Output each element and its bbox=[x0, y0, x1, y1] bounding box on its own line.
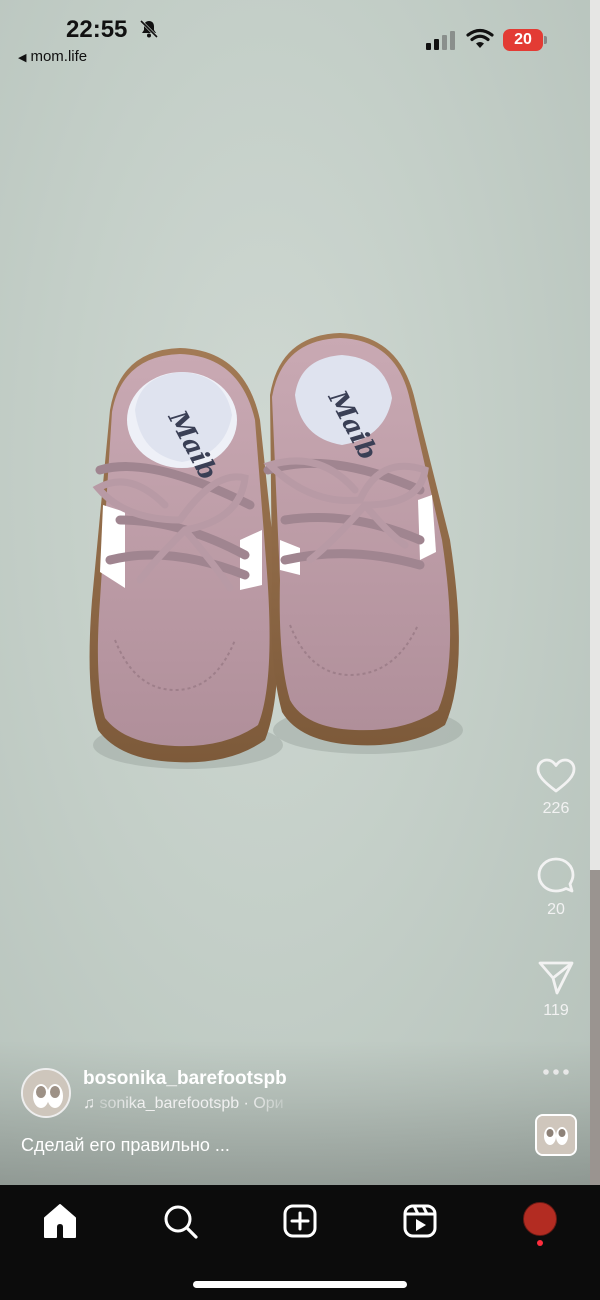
notification-dot bbox=[537, 1240, 543, 1246]
signal-icon bbox=[426, 31, 455, 50]
share-action[interactable]: 119 bbox=[526, 960, 586, 1020]
comment-icon[interactable] bbox=[537, 857, 575, 895]
comment-action[interactable]: 20 bbox=[526, 857, 586, 919]
bell-slash-icon bbox=[139, 19, 159, 39]
back-arrow-icon: ◀ bbox=[18, 52, 27, 64]
share-count: 119 bbox=[543, 1002, 569, 1019]
like-action[interactable]: 226 bbox=[526, 758, 586, 818]
audio-info[interactable]: ♫ sonika_barefootspb · Ори bbox=[83, 1095, 308, 1113]
reels-icon[interactable] bbox=[400, 1201, 440, 1241]
status-bar: 22:55 ◀ mom.life 20 bbox=[0, 0, 600, 70]
like-count: 226 bbox=[542, 800, 570, 817]
reel-video[interactable]: Maib Maib bbox=[0, 0, 590, 1185]
sneakers-image: Maib Maib bbox=[89, 333, 463, 769]
profile-avatar-art bbox=[529, 1213, 553, 1225]
music-note-icon: ♫ bbox=[83, 1095, 100, 1112]
back-to-app-link[interactable]: ◀ mom.life bbox=[18, 48, 87, 65]
heart-icon[interactable] bbox=[536, 758, 576, 794]
home-icon[interactable] bbox=[40, 1201, 80, 1241]
next-reel-edge bbox=[590, 0, 600, 1185]
wifi-icon bbox=[466, 28, 494, 48]
battery-icon: 20 bbox=[503, 29, 547, 51]
share-icon[interactable] bbox=[537, 960, 575, 996]
author-avatar[interactable] bbox=[21, 1068, 71, 1118]
home-indicator[interactable] bbox=[193, 1281, 407, 1288]
audio-thumbnail-image bbox=[537, 1116, 575, 1154]
comment-count: 20 bbox=[547, 901, 565, 918]
audio-thumbnail[interactable] bbox=[535, 1114, 577, 1156]
create-icon[interactable] bbox=[280, 1201, 320, 1241]
post-caption[interactable]: Сделай его правильно ... bbox=[21, 1135, 230, 1156]
status-time: 22:55 bbox=[66, 16, 128, 43]
battery-level: 20 bbox=[514, 31, 532, 48]
audio-text: sonika_barefootspb · Ори bbox=[99, 1095, 284, 1112]
author-username[interactable]: bosonika_barefootspb bbox=[83, 1068, 287, 1090]
search-icon[interactable] bbox=[160, 1201, 200, 1241]
profile-avatar[interactable] bbox=[523, 1202, 557, 1236]
back-app-label: mom.life bbox=[30, 48, 88, 65]
